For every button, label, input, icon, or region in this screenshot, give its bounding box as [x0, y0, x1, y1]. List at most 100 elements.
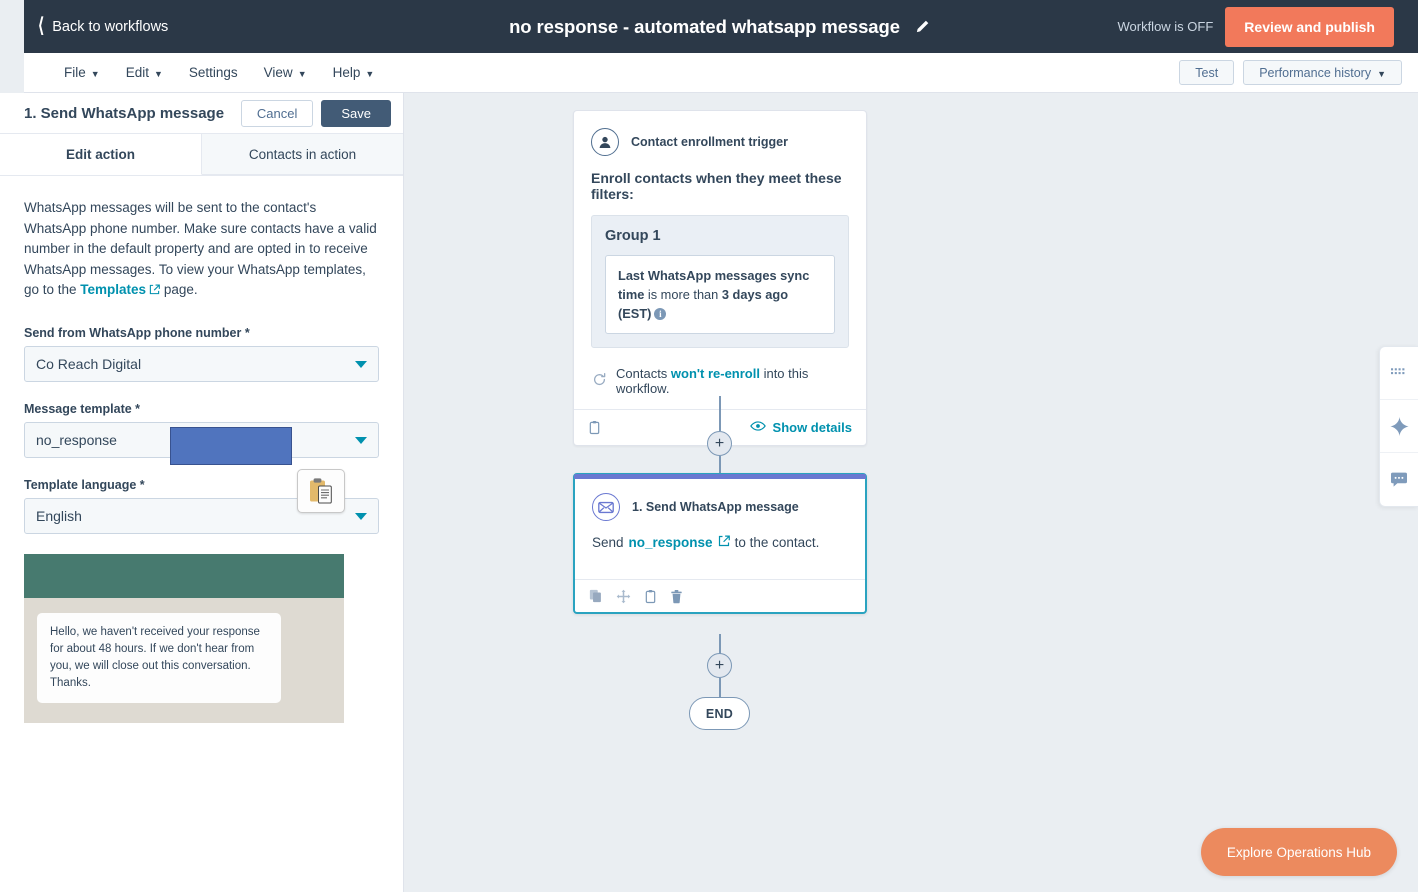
pencil-icon[interactable]	[913, 17, 933, 37]
add-step-button-1[interactable]: +	[707, 431, 732, 456]
action-text-suffix: to the contact.	[734, 535, 820, 550]
tab-contacts-in-action[interactable]: Contacts in action	[202, 134, 403, 175]
topnav-right-group: Workflow is OFF Review and publish	[1117, 0, 1418, 53]
reenroll-text: Contacts won't re-enroll into this workf…	[616, 366, 849, 396]
menu-help-label: Help	[332, 65, 361, 80]
menu-edit[interactable]: Edit ▼	[126, 59, 163, 86]
back-to-workflows-label: Back to workflows	[52, 18, 169, 35]
chevron-down-icon	[355, 436, 367, 444]
panel-intro-text: WhatsApp messages will be sent to the co…	[24, 198, 379, 302]
filter-operator: is more than	[647, 287, 719, 302]
grid-dots-icon[interactable]	[1380, 347, 1418, 400]
chevron-down-icon	[355, 360, 367, 368]
info-icon[interactable]: i	[654, 308, 667, 320]
menu-view[interactable]: View ▼	[264, 59, 307, 86]
tab-contacts-in-action-label: Contacts in action	[248, 146, 357, 162]
end-node: END	[689, 697, 750, 730]
send-whatsapp-message-node[interactable]: 1. Send WhatsApp message Send no_respons…	[573, 473, 867, 614]
copy-icon[interactable]	[589, 589, 603, 603]
review-and-publish-button[interactable]: Review and publish	[1225, 6, 1394, 47]
eye-icon	[749, 420, 766, 435]
filter-criterion[interactable]: Last WhatsApp messages sync time is more…	[605, 255, 835, 334]
test-button-label: Test	[1195, 65, 1219, 80]
chevron-down-icon: ▼	[365, 68, 375, 79]
envelope-icon	[592, 493, 620, 521]
intro-part2: page.	[160, 282, 198, 297]
message-preview-body: Hello, we haven't received your response…	[24, 597, 344, 723]
clipboard-icon[interactable]	[588, 420, 601, 435]
intro-part1: WhatsApp messages will be sent to the co…	[24, 200, 377, 297]
clipboard-icon	[297, 469, 345, 513]
action-node-description: Send no_response to the contact.	[592, 535, 848, 550]
performance-history-button[interactable]: Performance history ▼	[1243, 60, 1402, 85]
templates-link[interactable]: Templates	[80, 282, 146, 297]
panel-tabs: Edit action Contacts in action	[0, 134, 403, 176]
menu-settings-label: Settings	[188, 65, 238, 80]
panel-title: 1. Send WhatsApp message	[24, 104, 225, 122]
filter-group-title: Group 1	[605, 228, 661, 244]
panel-header: 1. Send WhatsApp message Cancel Save	[0, 93, 403, 134]
back-to-workflows-link[interactable]: ⟨ Back to workflows	[38, 15, 169, 37]
save-button[interactable]: Save	[321, 99, 391, 127]
trash-icon[interactable]	[670, 589, 683, 604]
connector-line-4	[719, 678, 721, 698]
menu-file[interactable]: File ▼	[64, 59, 100, 86]
menu-edit-label: Edit	[125, 65, 149, 80]
show-details-label: Show details	[772, 420, 852, 435]
menu-help[interactable]: Help ▼	[333, 59, 375, 86]
template-language-value: English	[36, 507, 82, 524]
menu-view-label: View	[263, 65, 293, 80]
right-toolbar	[1379, 346, 1418, 507]
sparkle-icon[interactable]	[1380, 400, 1418, 453]
reenroll-emphasis: won't re-enroll	[670, 366, 760, 381]
external-link-icon	[718, 535, 730, 550]
template-link[interactable]: no_response	[629, 535, 713, 550]
workflow-status-text: Workflow is OFF	[1117, 19, 1214, 34]
chevron-left-icon: ⟨	[38, 15, 45, 37]
trigger-node-content: Contact enrollment trigger Enroll contac…	[574, 111, 866, 409]
move-icon[interactable]	[616, 589, 631, 604]
reenroll-prefix: Contacts	[616, 366, 671, 381]
menu-file-label: File	[64, 65, 86, 80]
whatsapp-phone-number-select[interactable]: Co Reach Digital	[24, 345, 379, 382]
edit-action-panel: 1. Send WhatsApp message Cancel Save Edi…	[0, 93, 404, 892]
menubar-right-group: Test Performance history ▼	[1179, 60, 1402, 85]
performance-history-label: Performance history	[1259, 65, 1372, 80]
chevron-down-icon: ▼	[90, 68, 100, 79]
action-node-title: 1. Send WhatsApp message	[632, 500, 799, 514]
whatsapp-phone-number-value: Co Reach Digital	[36, 355, 142, 372]
tab-edit-action-label: Edit action	[65, 146, 135, 162]
trigger-node-header: Contact enrollment trigger	[591, 128, 849, 156]
action-node-header: 1. Send WhatsApp message	[592, 493, 848, 521]
external-link-icon	[149, 281, 160, 302]
message-preview-header	[24, 553, 344, 598]
trigger-node-title: Contact enrollment trigger	[631, 135, 788, 149]
test-button[interactable]: Test	[1179, 60, 1235, 85]
show-details-button[interactable]: Show details	[749, 420, 852, 435]
menu-settings[interactable]: Settings	[189, 59, 238, 86]
add-step-button-2[interactable]: +	[707, 653, 732, 678]
chat-bubble-icon[interactable]	[1380, 453, 1418, 506]
message-preview-bubble: Hello, we haven't received your response…	[37, 612, 281, 703]
action-node-content: 1. Send WhatsApp message Send no_respons…	[575, 475, 865, 579]
trigger-node-subtitle: Enroll contacts when they meet these fil…	[591, 170, 842, 202]
panel-header-actions: Cancel Save	[240, 99, 391, 127]
redaction-overlay	[170, 427, 292, 465]
clipboard-icon[interactable]	[644, 589, 657, 604]
message-template-value: no_response	[36, 431, 117, 448]
tab-edit-action[interactable]: Edit action	[0, 134, 202, 175]
explore-operations-hub-button[interactable]: Explore Operations Hub	[1200, 828, 1397, 876]
chevron-down-icon: ▼	[297, 68, 307, 79]
action-node-footer	[575, 579, 865, 612]
reenroll-status: Contacts won't re-enroll into this workf…	[591, 366, 849, 396]
action-text-prefix: Send	[592, 535, 624, 550]
workflow-title: no response - automated whatsapp message	[509, 15, 900, 37]
refresh-icon	[592, 372, 607, 390]
phone-number-field-label: Send from WhatsApp phone number *	[24, 325, 250, 340]
connector-line-1	[719, 396, 721, 431]
message-template-field-label: Message template *	[24, 401, 141, 416]
workflow-canvas[interactable]: Contact enrollment trigger Enroll contac…	[404, 93, 1418, 892]
cancel-button[interactable]: Cancel	[240, 99, 314, 127]
top-navigation-bar: ⟨ Back to workflows no response - automa…	[24, 0, 1418, 53]
filter-group-1: Group 1 Last WhatsApp messages sync time…	[591, 215, 849, 348]
